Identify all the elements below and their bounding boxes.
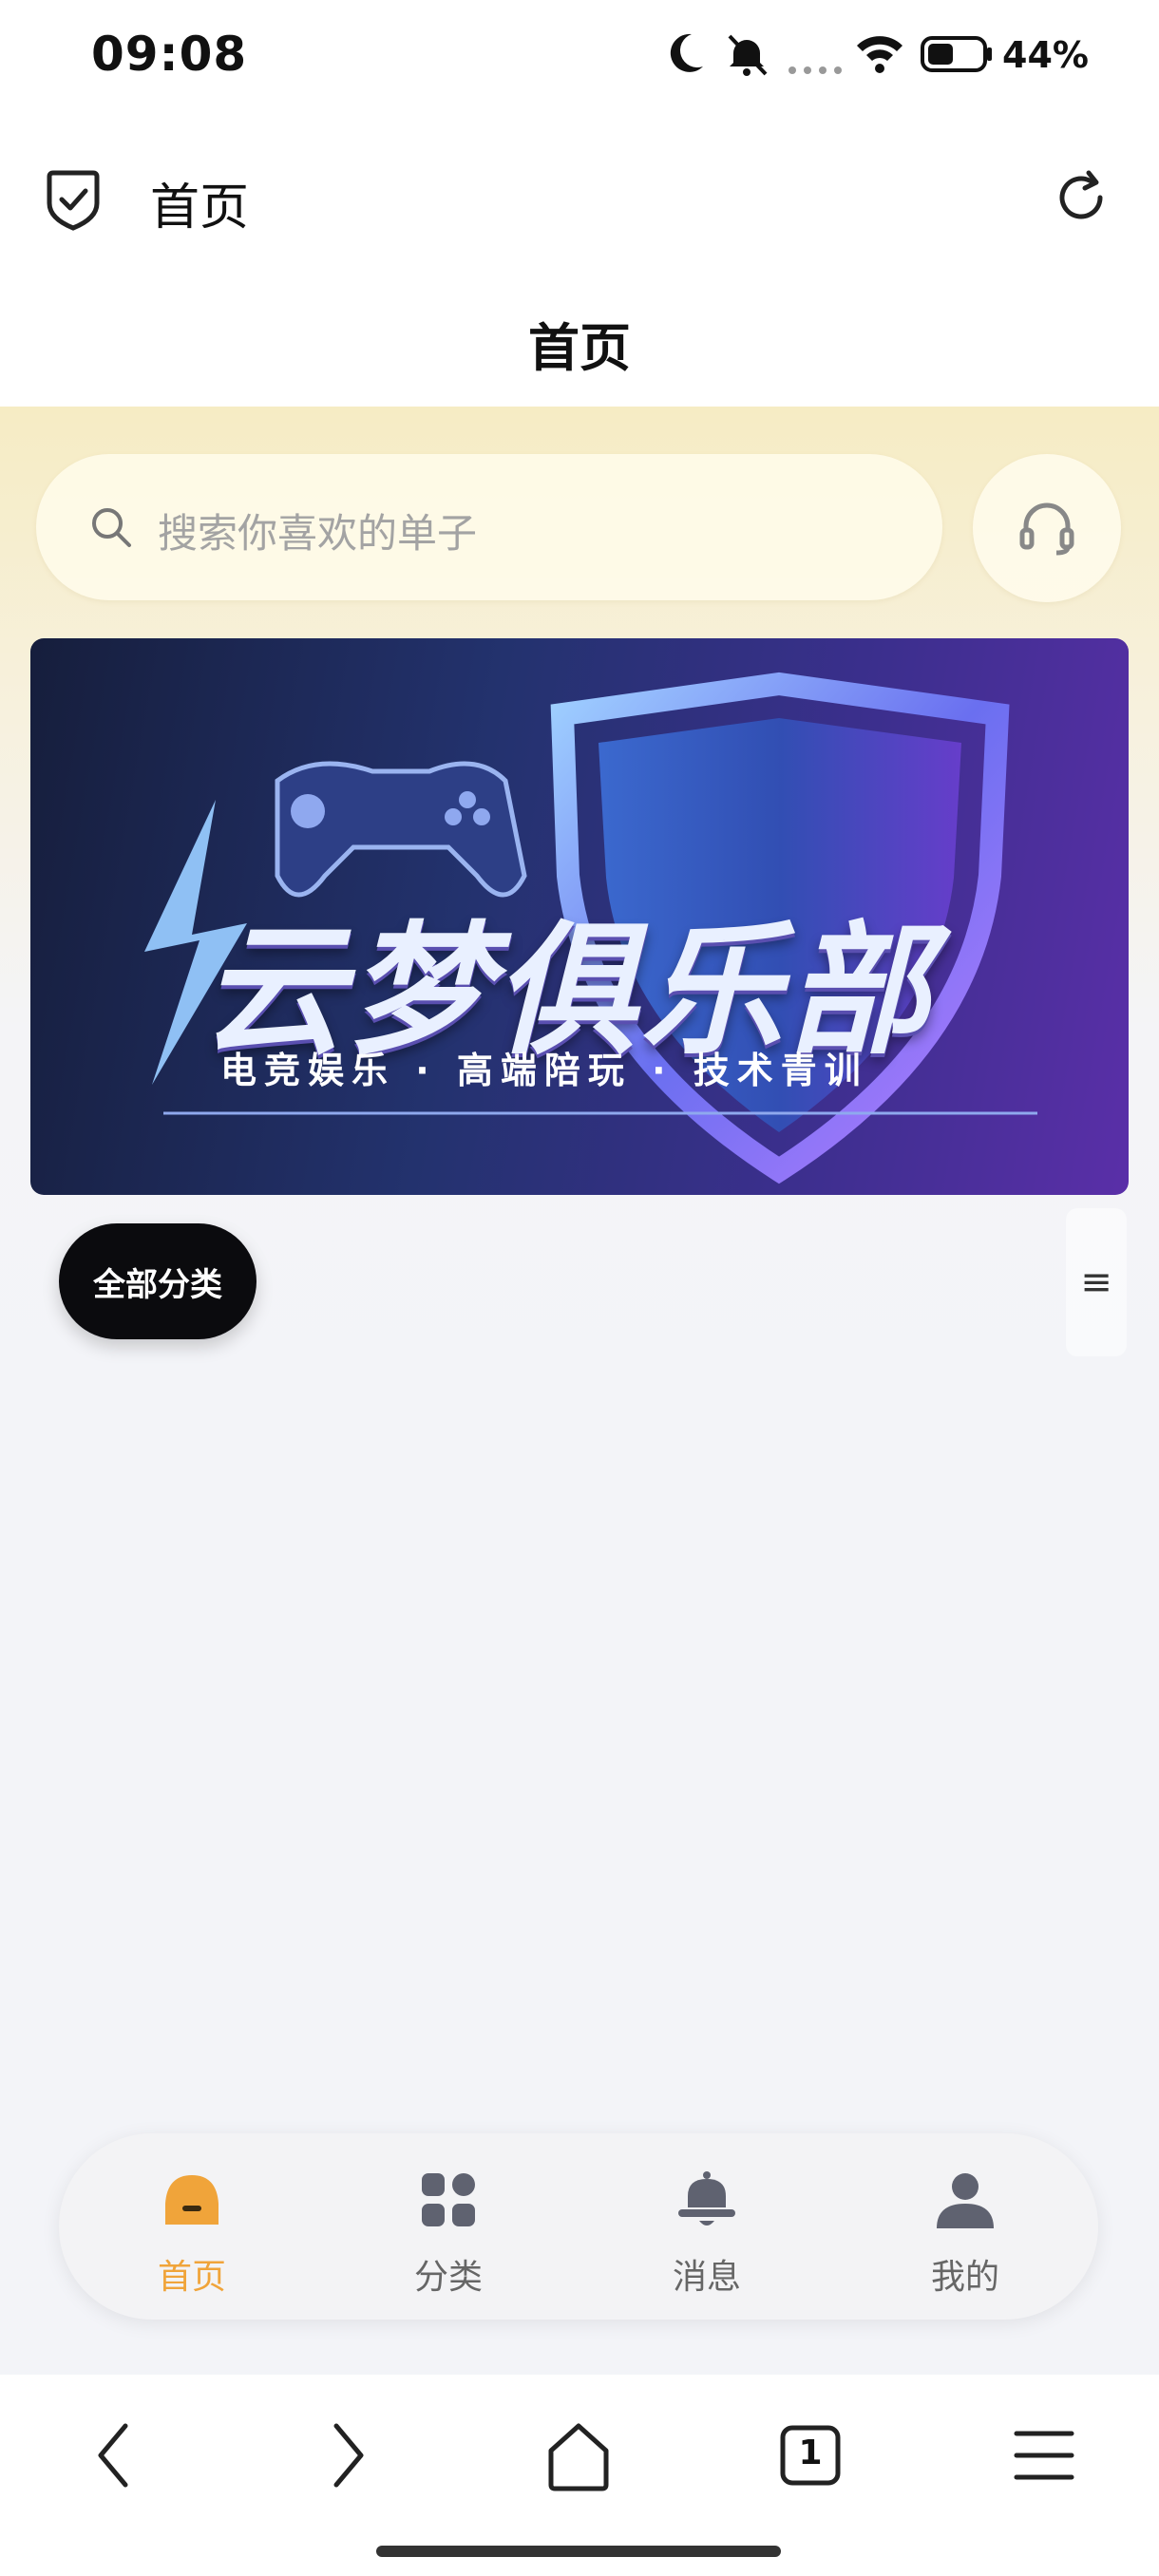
browser-title: 首页	[150, 180, 250, 237]
mute-icon	[728, 34, 768, 76]
status-bar: 09:08 44%	[0, 0, 1159, 114]
bottom-tab-bar: 首页 分类 消息 我的	[59, 2133, 1098, 2320]
tab-messages[interactable]: 消息	[612, 2133, 802, 2320]
bell-icon	[678, 2171, 735, 2226]
all-categories-button[interactable]: 全部分类	[59, 1223, 256, 1339]
banner-subtitle: 电竞娱乐 · 高端陪玩 · 技术青训	[220, 1050, 868, 1091]
forward-icon[interactable]	[304, 2413, 390, 2498]
wifi-icon	[857, 36, 902, 73]
headset-icon	[1019, 502, 1074, 556]
tab-category-label: 分类	[413, 2258, 483, 2297]
page-title: 首页	[528, 318, 631, 378]
home-indicator[interactable]	[376, 2546, 781, 2557]
moon-icon	[670, 33, 703, 72]
menu-icon[interactable]	[1001, 2413, 1087, 2498]
user-icon	[937, 2173, 994, 2228]
shield-check-icon[interactable]	[44, 167, 103, 232]
tab-messages-label: 消息	[672, 2258, 741, 2297]
tab-category[interactable]: 分类	[353, 2133, 543, 2320]
customer-service-button[interactable]	[973, 454, 1121, 602]
tab-count: 1	[798, 2434, 823, 2472]
grid-icon	[422, 2173, 475, 2226]
search-input[interactable]: 搜索你喜欢的单子	[36, 454, 942, 600]
battery-level: 44%	[1002, 34, 1089, 76]
tab-home[interactable]: 首页	[97, 2133, 287, 2320]
back-icon[interactable]	[72, 2413, 158, 2498]
search-placeholder: 搜索你喜欢的单子	[158, 510, 478, 557]
tab-profile-label: 我的	[930, 2258, 999, 2297]
menu-list-button[interactable]: ≡	[1066, 1208, 1127, 1356]
status-time: 09:08	[91, 27, 248, 82]
refresh-icon[interactable]	[1051, 167, 1112, 228]
home-icon	[165, 2175, 218, 2225]
tabs-button[interactable]: 1	[768, 2413, 853, 2498]
home-nav-icon[interactable]	[536, 2413, 621, 2498]
menu-list-icon: ≡	[1080, 1260, 1112, 1304]
promo-banner[interactable]: 云梦俱乐部 电竞娱乐 · 高端陪玩 · 技术青训	[30, 638, 1129, 1195]
tab-home-label: 首页	[157, 2258, 226, 2297]
signal-dots-icon	[788, 66, 842, 74]
browser-title-bar: 首页	[0, 114, 1159, 285]
search-icon	[92, 508, 131, 547]
tab-profile[interactable]: 我的	[870, 2133, 1060, 2320]
battery-icon	[921, 36, 992, 72]
